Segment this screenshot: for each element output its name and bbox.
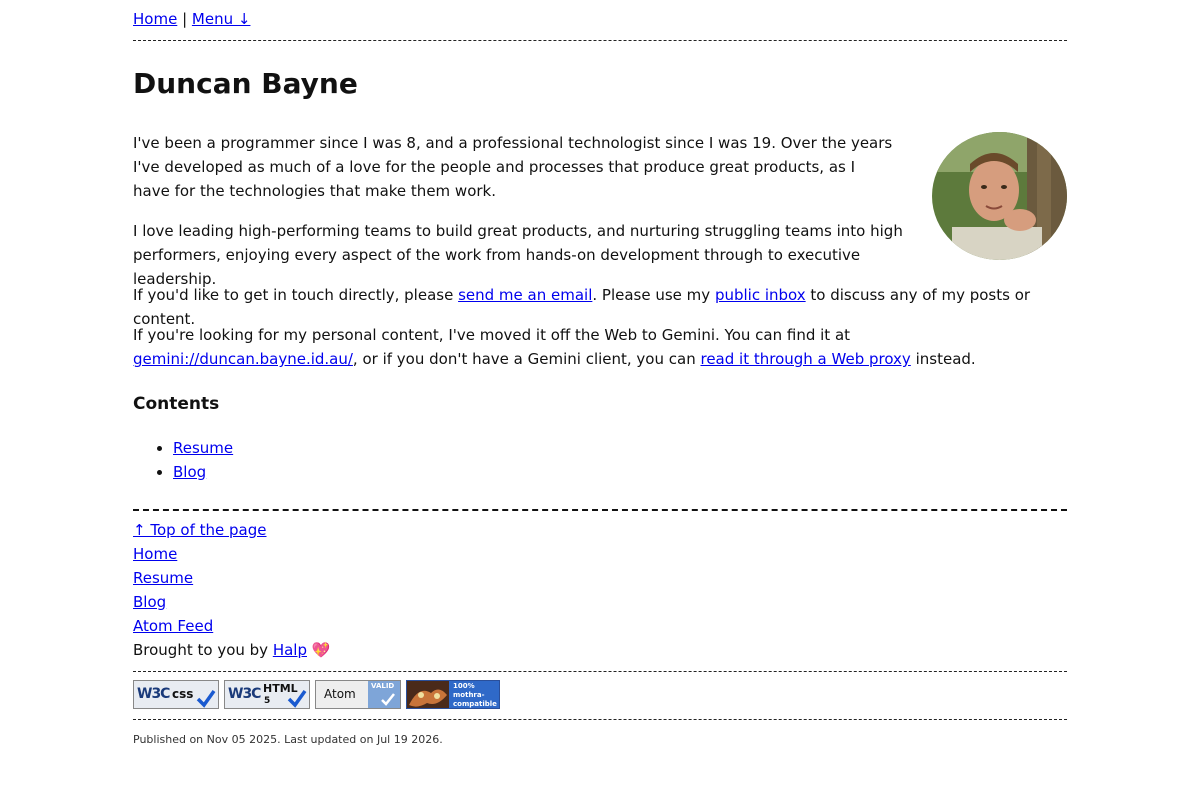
gemini-text-before: If you're looking for my personal conten… xyxy=(133,326,851,344)
w3c-logo: W3C xyxy=(228,686,261,702)
mothra-badge[interactable]: 100% mothra- compatible xyxy=(406,680,500,709)
mothra-line-1: 100% xyxy=(453,682,475,690)
html5-validator-badge[interactable]: W3C HTML 5 xyxy=(224,680,310,709)
gemini-text-middle: , or if you don't have a Gemini client, … xyxy=(352,350,701,368)
mothra-line-2: mothra- xyxy=(453,691,485,699)
gemini-paragraph: If you're looking for my personal conten… xyxy=(133,323,1067,371)
checkmark-icon xyxy=(196,689,216,708)
credits-text: Brought to you by xyxy=(133,641,273,659)
nav-home-link[interactable]: Home xyxy=(133,10,177,28)
checkmark-icon xyxy=(381,693,395,706)
gemini-link[interactable]: gemini://duncan.bayne.id.au/ xyxy=(133,350,353,368)
nav-separator: | xyxy=(182,10,188,28)
badge-label: css xyxy=(172,687,194,701)
list-item: Blog xyxy=(173,460,233,484)
intro-paragraph-2: I love leading high-performing teams to … xyxy=(133,222,903,288)
footer-blog-link[interactable]: Blog xyxy=(133,593,166,611)
heart-icon: 💖 xyxy=(311,641,331,659)
public-inbox-link[interactable]: public inbox xyxy=(715,286,806,304)
badge-label: Atom xyxy=(324,687,356,701)
gemini-text-after: instead. xyxy=(910,350,976,368)
contents-heading: Contents xyxy=(133,394,220,414)
credits-line: Brought to you by Halp 💖 xyxy=(133,638,330,662)
divider xyxy=(133,719,1067,720)
w3c-logo: W3C xyxy=(137,686,170,702)
contents-resume-link[interactable]: Resume xyxy=(173,439,233,457)
profile-photo xyxy=(932,132,1067,260)
send-email-link[interactable]: send me an email xyxy=(458,286,592,304)
web-proxy-link[interactable]: read it through a Web proxy xyxy=(700,350,910,368)
css-validator-badge[interactable]: W3C css xyxy=(133,680,219,709)
atom-feed-link[interactable]: Atom Feed xyxy=(133,617,213,635)
footer-nav: ↑ Top of the page Home Resume Blog Atom … xyxy=(133,518,330,662)
footer-resume-link[interactable]: Resume xyxy=(133,569,193,587)
badge-version: 5 xyxy=(264,696,271,706)
checkmark-icon xyxy=(287,689,307,708)
footer-home-link[interactable]: Home xyxy=(133,545,177,563)
divider xyxy=(133,40,1067,41)
page-title: Duncan Bayne xyxy=(133,67,358,100)
published-date: Published on Nov 05 2025. Last updated o… xyxy=(133,733,443,746)
nav-menu-link[interactable]: Menu ↓ xyxy=(192,10,251,28)
top-of-page-link[interactable]: ↑ Top of the page xyxy=(133,521,267,539)
divider xyxy=(133,671,1067,672)
top-nav: Home | Menu ↓ xyxy=(133,9,250,29)
list-item: Resume xyxy=(173,436,233,460)
intro-paragraph-1: I've been a programmer since I was 8, an… xyxy=(133,134,893,200)
contact-text-before: If you'd like to get in touch directly, … xyxy=(133,286,459,304)
mothra-line-3: compatible xyxy=(453,700,497,708)
halp-link[interactable]: Halp xyxy=(273,641,307,659)
validator-badges: W3C css W3C HTML 5 Atom VALID 100% mothr… xyxy=(133,680,500,709)
footer-divider xyxy=(133,509,1067,511)
contact-text-middle: . Please use my xyxy=(592,286,715,304)
mothra-moth-icon xyxy=(407,681,449,708)
atom-validator-badge[interactable]: Atom VALID xyxy=(315,680,401,709)
contents-blog-link[interactable]: Blog xyxy=(173,463,206,481)
contents-list: Resume Blog xyxy=(133,436,233,484)
valid-label: VALID xyxy=(371,682,395,690)
